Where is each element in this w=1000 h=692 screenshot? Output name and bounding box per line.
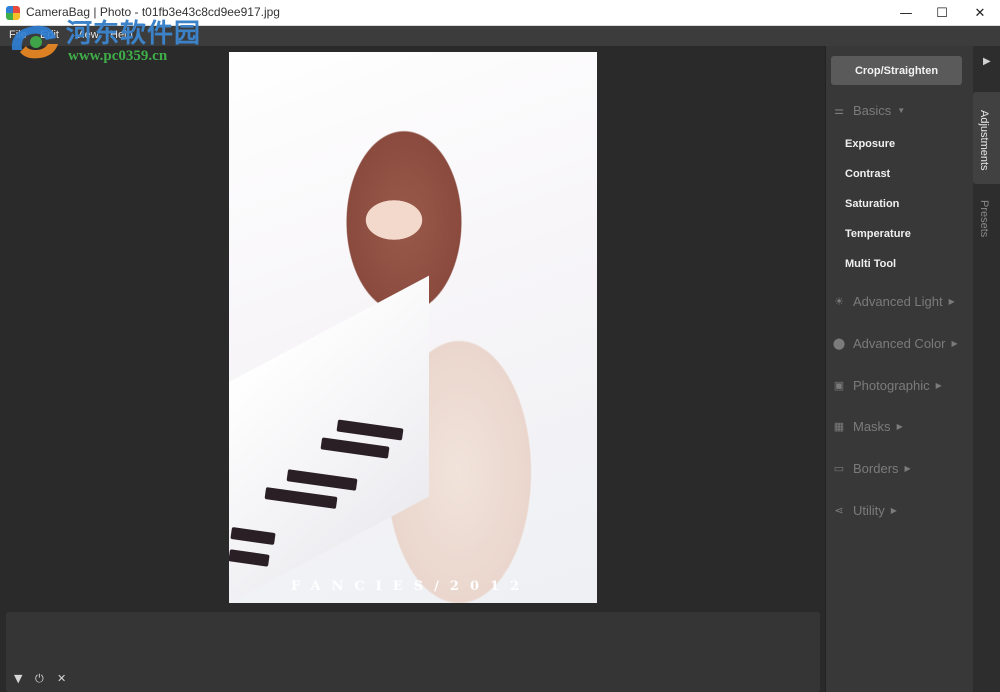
camerabag-window: CameraBag | Photo - t01fb3e43c8cd9ee917.… (0, 0, 1000, 692)
adjust-contrast[interactable]: Contrast (845, 168, 890, 180)
section-borders[interactable]: ▭ Borders ▶ (831, 459, 911, 477)
tab-presets[interactable]: Presets (978, 200, 990, 237)
watermark-site-name: 河东软件园 (66, 19, 202, 49)
power-icon[interactable]: ⏻ (35, 672, 44, 686)
sun-icon: ☀ (834, 295, 844, 308)
chevron-right-icon: ▶ (890, 505, 897, 515)
photo-caption: FANCIES/2012 (291, 579, 531, 594)
section-basics[interactable]: ⚌ Basics ▼ (831, 101, 905, 119)
section-advanced-light[interactable]: ☀ Advanced Light ▶ (831, 292, 955, 310)
section-advanced-color[interactable]: ⬤ Advanced Color ▶ (831, 334, 958, 352)
filmstrip-toggle-icon[interactable]: ▼ (14, 672, 22, 685)
section-label: Photographic (853, 377, 930, 393)
adjust-saturation[interactable]: Saturation (845, 198, 899, 210)
section-photographic[interactable]: ▣ Photographic ▶ (831, 376, 942, 394)
maximize-button[interactable]: ☐ (924, 0, 960, 26)
close-filmstrip-icon[interactable]: ✕ (57, 672, 66, 685)
crop-straighten-button[interactable]: Crop/Straighten (831, 56, 962, 85)
chevron-down-icon: ▼ (897, 105, 906, 115)
close-window-button[interactable]: ✕ (962, 0, 998, 26)
collapse-panel-icon[interactable]: ▶ (983, 56, 991, 67)
app-logo-icon (6, 6, 20, 20)
watermark-url: www.pc0359.cn (68, 48, 168, 64)
share-node-icon: ⋖ (834, 504, 844, 517)
chevron-right-icon: ▶ (951, 338, 958, 348)
section-label: Advanced Light (853, 293, 943, 309)
section-label: Borders (853, 460, 899, 476)
section-utility[interactable]: ⋖ Utility ▶ (831, 501, 897, 519)
photo-preview[interactable]: FANCIES/2012 (229, 52, 597, 603)
tab-adjustments-label: Adjustments (978, 110, 990, 171)
color-circles-icon: ⬤ (832, 337, 846, 350)
frame-icon: ▭ (833, 462, 845, 475)
chevron-right-icon: ▶ (948, 296, 955, 306)
chevron-right-icon: ▶ (896, 421, 903, 431)
chevron-right-icon: ▶ (904, 463, 911, 473)
section-label: Basics (853, 102, 892, 118)
section-label: Masks (853, 418, 891, 434)
section-masks[interactable]: ▦ Masks ▶ (831, 417, 903, 435)
chevron-right-icon: ▶ (935, 380, 942, 390)
checker-mask-icon: ▦ (833, 420, 845, 433)
adjustments-panel: Crop/Straighten ⚌ Basics ▼ Exposure Cont… (825, 46, 973, 692)
section-label: Advanced Color (853, 335, 946, 351)
camera-icon: ▣ (833, 379, 845, 392)
minimize-button[interactable]: — (888, 0, 924, 26)
adjust-exposure[interactable]: Exposure (845, 138, 895, 150)
sliders-icon: ⚌ (834, 104, 844, 117)
watermark-logo-icon (11, 25, 58, 59)
adjust-temperature[interactable]: Temperature (845, 228, 911, 240)
adjust-multi-tool[interactable]: Multi Tool (845, 258, 896, 270)
section-label: Utility (853, 502, 885, 518)
filmstrip-panel[interactable] (6, 612, 820, 692)
